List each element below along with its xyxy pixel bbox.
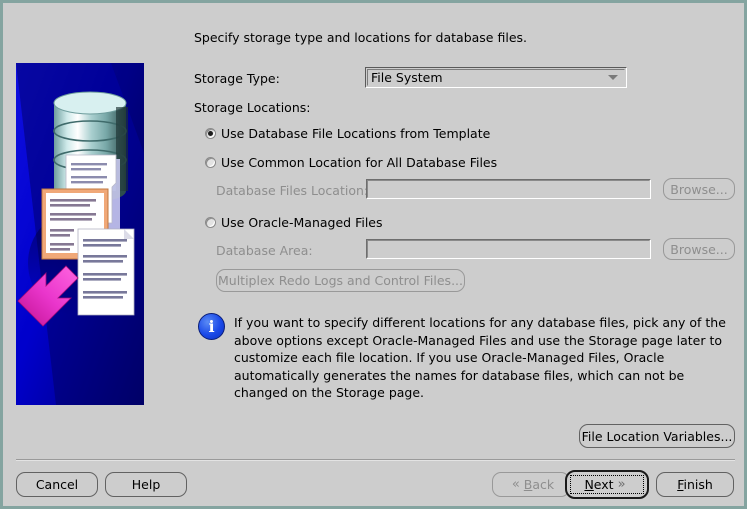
database-files-location-label: Database Files Location: <box>216 183 369 198</box>
next-button-mnemonic: N <box>584 477 594 492</box>
window-content: Specify storage type and locations for d… <box>3 3 744 506</box>
radio-use-oracle-managed-files-label: Use Oracle-Managed Files <box>221 215 383 230</box>
action-bar-separator <box>16 459 735 460</box>
back-button-label-rest: ack <box>532 477 555 492</box>
storage-type-value: File System <box>371 70 443 85</box>
radio-button-icon <box>205 128 216 139</box>
info-icon: i <box>198 313 225 340</box>
info-message: If you want to specify different locatio… <box>234 315 726 400</box>
radio-button-icon <box>205 157 216 168</box>
multiplex-redo-logs-button[interactable]: Multiplex Redo Logs and Control Files... <box>216 269 465 292</box>
chevron-double-left-icon: « <box>511 477 520 492</box>
file-location-variables-label: File Location Variables... <box>581 428 733 444</box>
finish-button[interactable]: Finish <box>656 472 734 497</box>
multiplex-button-label: Multiplex Redo Logs and Control Files... <box>218 273 463 288</box>
browse-button-label: Browse... <box>670 181 728 197</box>
info-icon-glyph: i <box>208 316 215 336</box>
back-button[interactable]: « Back <box>492 472 570 497</box>
storage-locations-label: Storage Locations: <box>194 100 311 115</box>
finish-button-label-rest: inish <box>683 477 713 492</box>
illustration-graphic <box>16 63 144 405</box>
radio-button-icon <box>205 217 216 228</box>
chevron-double-right-icon: » <box>617 477 626 492</box>
help-button[interactable]: Help <box>105 472 187 497</box>
radio-use-common-location-label: Use Common Location for All Database Fil… <box>221 155 498 170</box>
radio-use-template-label: Use Database File Locations from Templat… <box>221 126 491 141</box>
browse-database-area-button[interactable]: Browse... <box>663 238 735 260</box>
next-button-label-rest: ext <box>593 477 614 492</box>
cancel-button-label: Cancel <box>35 477 79 492</box>
file-location-variables-button[interactable]: File Location Variables... <box>579 424 735 448</box>
database-files-location-input[interactable] <box>366 179 651 199</box>
radio-use-oracle-managed-files[interactable]: Use Oracle-Managed Files <box>205 215 383 230</box>
database-area-label: Database Area: <box>216 243 313 258</box>
cancel-button[interactable]: Cancel <box>16 472 98 497</box>
next-button[interactable]: Next » <box>565 470 649 499</box>
database-files-illustration <box>16 63 144 405</box>
storage-type-label: Storage Type: <box>194 71 280 86</box>
page-title: Specify storage type and locations for d… <box>194 30 527 45</box>
storage-type-select[interactable]: File System <box>365 67 627 88</box>
radio-use-common-location[interactable]: Use Common Location for All Database Fil… <box>205 155 497 170</box>
radio-use-template[interactable]: Use Database File Locations from Templat… <box>205 126 490 141</box>
database-area-input[interactable] <box>366 239 651 259</box>
help-button-label: Help <box>131 477 161 492</box>
browse-database-files-button[interactable]: Browse... <box>663 178 735 200</box>
chevron-down-icon <box>608 75 618 80</box>
browse-button-label: Browse... <box>670 241 728 257</box>
dbca-storage-window: Specify storage type and locations for d… <box>0 0 747 509</box>
